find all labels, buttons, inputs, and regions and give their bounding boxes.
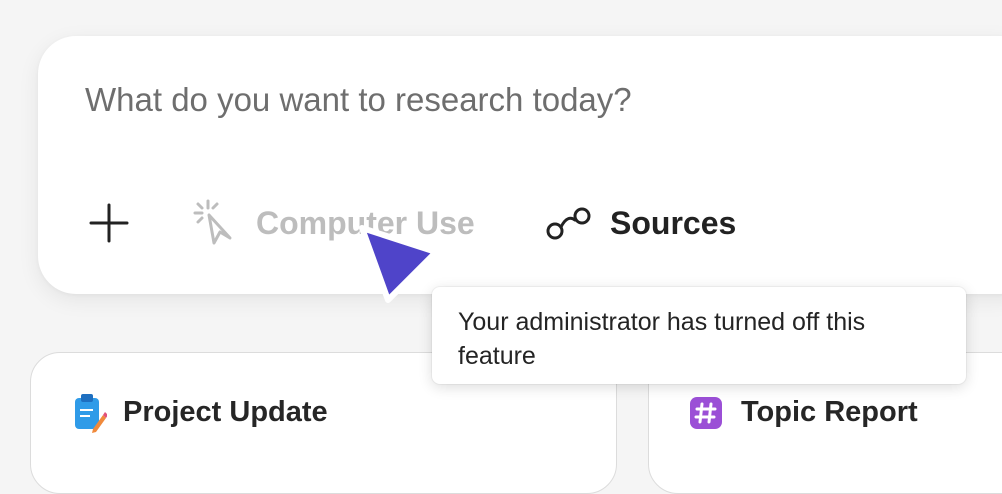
- sources-label: Sources: [610, 204, 737, 241]
- cursor-click-icon: [192, 199, 238, 247]
- disabled-feature-tooltip: Your administrator has turned off this f…: [432, 287, 966, 384]
- sources-button[interactable]: Sources: [544, 198, 736, 248]
- pointer-cursor-icon: [340, 210, 460, 330]
- clipboard-pencil-icon: [73, 393, 108, 433]
- card-label: Topic Report: [741, 396, 918, 428]
- sources-link-icon: [544, 203, 594, 243]
- tooltip-text: Your administrator has turned off this f…: [458, 308, 866, 370]
- plus-icon: [89, 203, 129, 243]
- hashtag-icon: [689, 393, 723, 433]
- research-prompt-input[interactable]: [85, 76, 885, 124]
- add-button[interactable]: [86, 200, 132, 246]
- card-label: Project Update: [123, 396, 328, 428]
- research-composer: [38, 36, 1002, 294]
